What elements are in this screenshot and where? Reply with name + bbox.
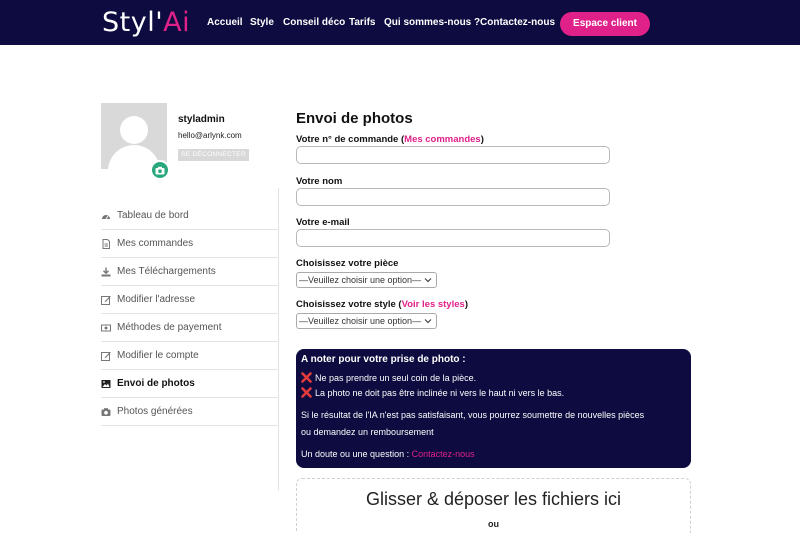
logout-button[interactable]: SE DÉCONNECTER: [178, 149, 249, 161]
style-label-close: ): [464, 299, 468, 310]
chevron-down-icon: [424, 278, 432, 283]
sidebar-item-label: Modifier l'adresse: [117, 294, 196, 305]
cross-mark-icon: [301, 372, 312, 383]
order-number-input[interactable]: [296, 146, 610, 164]
nav-link-tarifs[interactable]: Tarifs: [349, 17, 376, 28]
email-label: Votre e-mail: [296, 217, 350, 228]
profile-username: styladmin: [178, 114, 225, 125]
notice-heading: A noter pour votre prise de photo :: [301, 354, 466, 365]
site-logo[interactable]: Styl'Ai: [102, 6, 190, 40]
order-number-label: Votre n° de commande (Mes commandes): [296, 134, 484, 145]
espace-client-button[interactable]: Espace client: [560, 12, 650, 36]
sidebar-item-label: Tableau de bord: [117, 210, 189, 221]
top-navigation-bar: Styl'Ai Accueil Style Conseil déco Tarif…: [0, 0, 800, 45]
name-label: Votre nom: [296, 176, 343, 187]
style-select[interactable]: —Veuillez choisir une option—: [296, 313, 437, 329]
mes-commandes-link[interactable]: Mes commandes: [404, 134, 481, 145]
name-input[interactable]: [296, 188, 610, 206]
dropzone-or-text: ou: [488, 519, 499, 529]
profile-email: hello@arlynk.com: [178, 131, 242, 140]
sidebar-item-label: Mes Téléchargements: [117, 266, 216, 277]
dashboard-icon: [102, 215, 110, 220]
voir-les-styles-link[interactable]: Voir les styles: [402, 299, 465, 310]
sidebar-item-label: Photos générées: [117, 406, 193, 417]
email-input[interactable]: [296, 229, 610, 247]
sidebar-item-tableau-de-bord[interactable]: Tableau de bord: [101, 202, 278, 230]
nav-link-style[interactable]: Style: [250, 17, 274, 28]
download-icon: [101, 267, 111, 277]
image-icon: [101, 380, 111, 388]
dropzone-title: Glisser & déposer les fichiers ici: [365, 489, 622, 509]
notice-question-text: Un doute ou une question :: [301, 449, 412, 459]
sidebar-item-modifier-compte[interactable]: Modifier le compte: [101, 342, 278, 370]
room-select[interactable]: —Veuillez choisir une option—: [296, 272, 437, 288]
style-label: Choisissez votre style (Voir les styles): [296, 299, 468, 310]
nav-link-contactez-nous[interactable]: Contactez-nous: [480, 17, 555, 28]
notice-rule-2: La photo ne doit pas être inclinée ni ve…: [315, 388, 565, 398]
sidebar-item-label: Envoi de photos: [117, 378, 195, 389]
order-label-close: ): [480, 134, 484, 145]
edit-icon: [101, 352, 111, 361]
sidebar-item-modifier-adresse[interactable]: Modifier l'adresse: [101, 286, 278, 314]
money-icon: [101, 324, 111, 332]
notice-info-line-2: ou demandez un remboursement: [301, 427, 434, 437]
style-label-text: Choisissez votre style (: [296, 299, 402, 310]
sidebar-item-envoi-de-photos[interactable]: Envoi de photos: [101, 370, 278, 398]
file-icon: [102, 239, 110, 249]
sidebar-item-mes-commandes[interactable]: Mes commandes: [101, 230, 278, 258]
avatar: [101, 103, 167, 169]
chevron-down-icon: [424, 319, 432, 324]
sidebar-item-methodes-de-payement[interactable]: Méthodes de payement: [101, 314, 278, 342]
style-select-value: —Veuillez choisir une option—: [299, 316, 422, 326]
order-label-text: Votre n° de commande (: [296, 134, 405, 145]
nav-link-qui-sommes-nous[interactable]: Qui sommes-nous ?: [384, 17, 480, 28]
logo-text: Styl': [102, 7, 164, 38]
notice-question-line: Un doute ou une question : Contactez-nou…: [301, 449, 475, 459]
avatar-head-shape: [120, 116, 148, 144]
camera-icon: [101, 408, 111, 416]
contactez-nous-link[interactable]: Contactez-nous: [412, 449, 475, 459]
page-title: Envoi de photos: [296, 110, 413, 127]
sidebar-item-label: Méthodes de payement: [117, 322, 222, 333]
account-sidebar-menu: Tableau de bord Mes commandes Mes Téléch…: [101, 202, 278, 426]
logo-accent-text: Ai: [163, 7, 191, 38]
notice-rule-1: Ne pas prendre un seul coin de la pièce.: [315, 373, 477, 383]
room-select-value: —Veuillez choisir une option—: [299, 275, 422, 285]
nav-link-accueil[interactable]: Accueil: [207, 17, 243, 28]
sidebar-item-label: Mes commandes: [117, 238, 194, 249]
sidebar-item-mes-telechargements[interactable]: Mes Téléchargements: [101, 258, 278, 286]
sidebar-item-photos-generees[interactable]: Photos générées: [101, 398, 278, 426]
sidebar-divider: [278, 188, 279, 490]
sidebar-item-label: Modifier le compte: [117, 350, 199, 361]
edit-icon: [101, 296, 111, 305]
avatar-upload-button[interactable]: [150, 160, 170, 180]
photo-guidelines-notice: A noter pour votre prise de photo : Ne p…: [296, 349, 691, 468]
nav-link-conseil-deco[interactable]: Conseil déco: [283, 17, 345, 28]
cross-mark-icon: [301, 387, 312, 398]
notice-info-line-1: Si le résultat de l'IA n'est pas satisfa…: [301, 410, 645, 420]
room-label: Choisissez votre pièce: [296, 258, 399, 269]
camera-icon: [155, 166, 165, 174]
file-dropzone[interactable]: Glisser & déposer les fichiers ici ou: [296, 478, 691, 533]
